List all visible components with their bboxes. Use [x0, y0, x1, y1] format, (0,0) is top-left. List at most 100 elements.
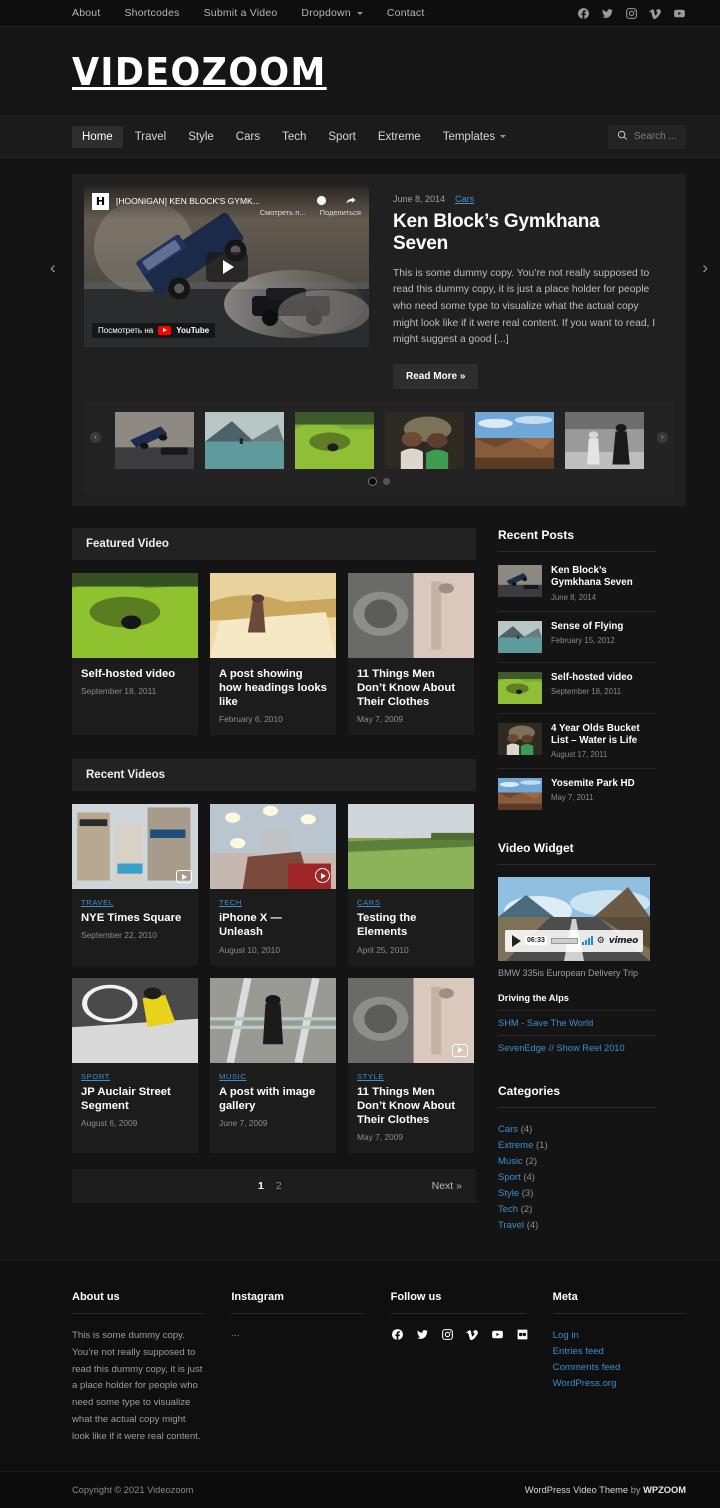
- volume-icon[interactable]: [582, 936, 593, 945]
- credit-brand[interactable]: WPZOOM: [643, 1485, 686, 1495]
- recent-post-title[interactable]: Self-hosted video: [551, 672, 633, 684]
- card-thumbnail[interactable]: [72, 804, 198, 889]
- topnav-item-contact[interactable]: Contact: [387, 7, 425, 19]
- category-link[interactable]: Style: [498, 1188, 519, 1199]
- nav-item-home[interactable]: Home: [72, 126, 123, 148]
- card-category[interactable]: TRAVEL: [81, 898, 189, 907]
- credit-prefix[interactable]: WordPress Video Theme: [525, 1485, 628, 1495]
- recent-post-thumbnail[interactable]: [498, 565, 542, 597]
- video-card[interactable]: 11 Things Men Don’t Know About Their Clo…: [348, 573, 474, 735]
- topnav-item-dropdown[interactable]: Dropdown: [301, 7, 362, 19]
- video-widget-current-item[interactable]: Driving the Alps: [498, 986, 656, 1010]
- card-title[interactable]: iPhone X — Unleash: [219, 911, 327, 939]
- nav-item-travel[interactable]: Travel: [125, 126, 177, 148]
- topnav-item-about[interactable]: About: [72, 7, 100, 19]
- footer-meta-link-entries-feed[interactable]: Entries feed: [553, 1344, 686, 1360]
- youtube-icon[interactable]: [491, 1328, 504, 1341]
- slider-next-arrow[interactable]: ›: [702, 258, 708, 278]
- category-link[interactable]: Sport: [498, 1172, 521, 1183]
- slider-thumbnail[interactable]: [565, 412, 644, 469]
- card-title[interactable]: 11 Things Men Don’t Know About Their Clo…: [357, 1085, 465, 1127]
- recent-post-item[interactable]: Ken Block’s Gymkhana SevenJune 8, 2014: [498, 556, 656, 611]
- category-link[interactable]: Music: [498, 1156, 523, 1167]
- vimeo-icon[interactable]: [649, 7, 662, 20]
- card-title[interactable]: A post with image gallery: [219, 1085, 327, 1113]
- site-logo[interactable]: VIDEOZOOM: [72, 53, 327, 91]
- card-thumbnail[interactable]: [348, 573, 474, 658]
- video-card[interactable]: TECHiPhone X — UnleashAugust 10, 2010: [210, 804, 336, 965]
- recent-post-item[interactable]: Sense of FlyingFebruary 15, 2012: [498, 612, 656, 663]
- recent-post-thumbnail[interactable]: [498, 672, 542, 704]
- footer-meta-link-wordpress-org[interactable]: WordPress.org: [553, 1376, 686, 1392]
- player-controls[interactable]: 06:33 ⚙ vimeo: [505, 930, 643, 952]
- recent-post-title[interactable]: 4 Year Olds Bucket List – Water is Life: [551, 723, 656, 747]
- video-widget-item[interactable]: SHM - Save The World: [498, 1010, 656, 1035]
- slide-category[interactable]: Cars: [455, 194, 474, 204]
- card-thumbnail[interactable]: [210, 804, 336, 889]
- read-more-button[interactable]: Read More »: [393, 364, 478, 389]
- slider-dot[interactable]: [383, 478, 390, 485]
- card-category[interactable]: TECH: [219, 898, 327, 907]
- youtube-icon[interactable]: [673, 7, 686, 20]
- recent-post-thumbnail[interactable]: [498, 723, 542, 755]
- topnav-item-shortcodes[interactable]: Shortcodes: [124, 7, 179, 19]
- video-card[interactable]: CARSTesting the ElementsApril 25, 2010: [348, 804, 474, 965]
- twitter-icon[interactable]: [601, 7, 614, 20]
- video-card[interactable]: TRAVELNYE Times SquareSeptember 22, 2010: [72, 804, 198, 965]
- recent-post-item[interactable]: Self-hosted videoSeptember 18, 2011: [498, 663, 656, 714]
- facebook-icon[interactable]: [577, 7, 590, 20]
- category-link[interactable]: Travel: [498, 1220, 524, 1231]
- video-card[interactable]: MUSICA post with image galleryJune 7, 20…: [210, 978, 336, 1153]
- recent-post-thumbnail[interactable]: [498, 621, 542, 653]
- instagram-icon[interactable]: [441, 1328, 454, 1341]
- nav-item-extreme[interactable]: Extreme: [368, 126, 431, 148]
- pagination-page-2[interactable]: 2: [276, 1180, 282, 1192]
- search-box[interactable]: [608, 125, 686, 149]
- footer-meta-link-log-in[interactable]: Log in: [553, 1328, 686, 1344]
- slider-thumbnail[interactable]: [295, 412, 374, 469]
- play-button[interactable]: [206, 252, 248, 282]
- category-link[interactable]: Tech: [498, 1204, 518, 1215]
- slider-thumbnail[interactable]: [115, 412, 194, 469]
- footer-meta-link-comments-feed[interactable]: Comments feed: [553, 1360, 686, 1376]
- thumbs-prev-arrow[interactable]: ‹: [90, 432, 101, 443]
- card-category[interactable]: STYLE: [357, 1072, 465, 1081]
- card-thumbnail[interactable]: [348, 978, 474, 1063]
- progress-track[interactable]: [551, 938, 578, 944]
- card-title[interactable]: A post showing how headings looks like: [219, 667, 327, 709]
- card-title[interactable]: JP Auclair Street Segment: [81, 1085, 189, 1113]
- video-card[interactable]: STYLE 11 Things Men Don’t Know About Thei…: [348, 978, 474, 1153]
- slider-thumbnail[interactable]: [205, 412, 284, 469]
- slider-dot[interactable]: [369, 478, 376, 485]
- video-card[interactable]: Self-hosted videoSeptember 18, 2011: [72, 573, 198, 735]
- gear-icon[interactable]: ⚙: [597, 935, 605, 946]
- card-thumbnail[interactable]: [348, 804, 474, 889]
- card-thumbnail[interactable]: [72, 573, 198, 658]
- card-category[interactable]: CARS: [357, 898, 465, 907]
- nav-item-sport[interactable]: Sport: [318, 126, 366, 148]
- recent-post-item[interactable]: 4 Year Olds Bucket List – Water is LifeA…: [498, 714, 656, 769]
- facebook-icon[interactable]: [391, 1328, 404, 1341]
- nav-item-templates[interactable]: Templates: [433, 126, 516, 148]
- recent-post-item[interactable]: Yosemite Park HDMay 7, 2011: [498, 769, 656, 819]
- topnav-item-submit-a-video[interactable]: Submit a Video: [204, 7, 278, 19]
- video-widget-item[interactable]: SevenEdge // Show Reel 2010: [498, 1035, 656, 1060]
- instagram-icon[interactable]: [625, 7, 638, 20]
- card-thumbnail[interactable]: [210, 978, 336, 1063]
- vimeo-player[interactable]: 06:33 ⚙ vimeo: [498, 877, 650, 961]
- slider-thumbnail[interactable]: [385, 412, 464, 469]
- card-title[interactable]: NYE Times Square: [81, 911, 189, 925]
- recent-post-thumbnail[interactable]: [498, 778, 542, 810]
- play-icon[interactable]: [176, 870, 192, 883]
- slider-video-player[interactable]: H [HOONIGAN] KEN BLOCK'S GYMK... Смотрет…: [84, 186, 369, 347]
- search-input[interactable]: [634, 131, 677, 142]
- recent-post-title[interactable]: Yosemite Park HD: [551, 778, 635, 790]
- card-title[interactable]: 11 Things Men Don’t Know About Their Clo…: [357, 667, 465, 709]
- category-link[interactable]: Cars: [498, 1124, 518, 1135]
- slider-thumbnail[interactable]: [475, 412, 554, 469]
- video-widget-link[interactable]: SevenEdge // Show Reel 2010: [498, 1043, 625, 1053]
- video-card[interactable]: A post showing how headings looks likeFe…: [210, 573, 336, 735]
- nav-item-style[interactable]: Style: [178, 126, 224, 148]
- video-widget-link[interactable]: SHM - Save The World: [498, 1018, 593, 1028]
- category-link[interactable]: Extreme: [498, 1140, 533, 1151]
